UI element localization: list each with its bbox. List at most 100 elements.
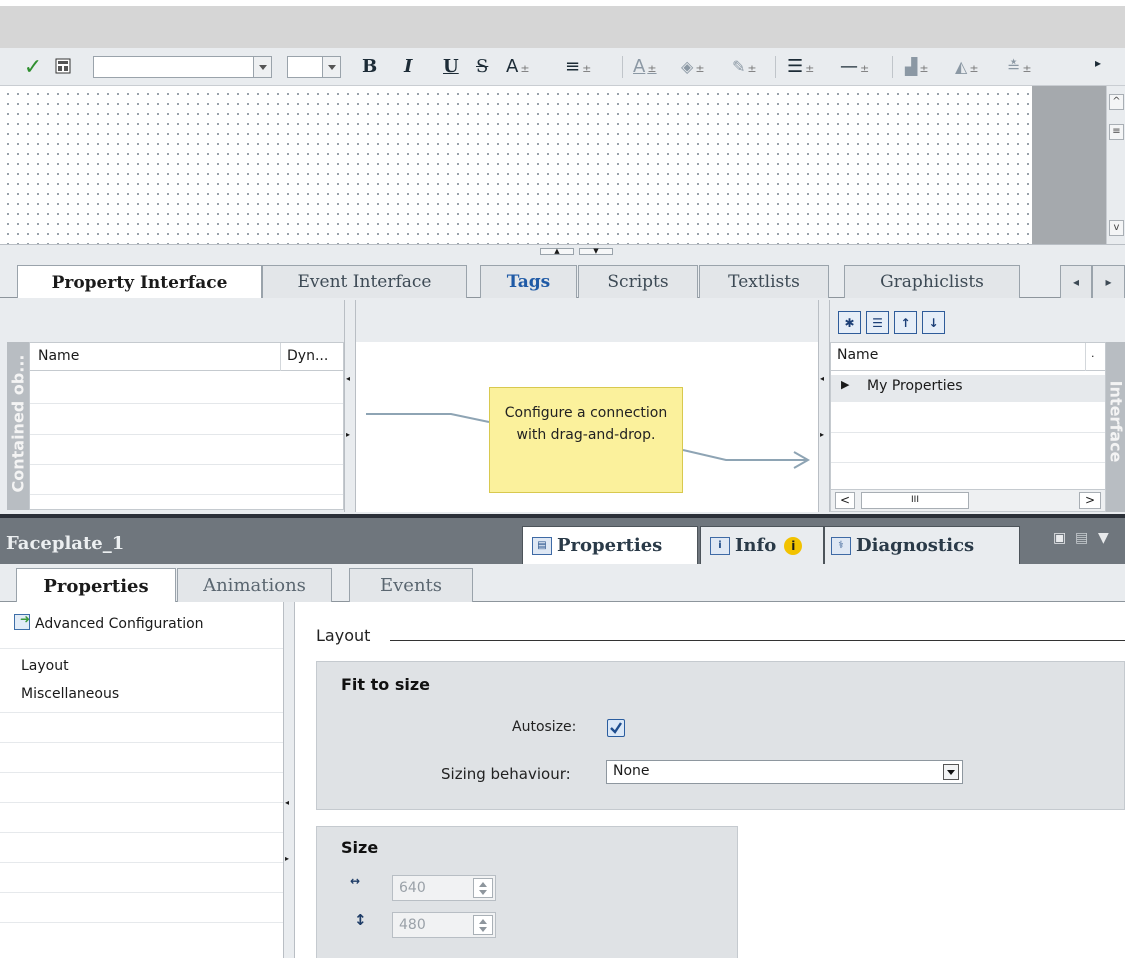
move-down-icon[interactable]: ↓ — [922, 311, 945, 334]
collapse-panel-icon[interactable]: ▼ — [1098, 530, 1109, 546]
collapse-left-icon[interactable]: ◂ — [285, 798, 289, 807]
scroll-up-icon[interactable]: ^ — [1109, 94, 1124, 110]
canvas-vertical-scrollbar[interactable]: ^ ≡ v — [1106, 86, 1125, 244]
right-connector-splitter[interactable]: ◂ ▸ — [818, 300, 830, 512]
tab-properties[interactable]: Properties — [16, 568, 176, 603]
spinner-arrows-icon[interactable] — [473, 915, 493, 935]
width-value: 640 — [399, 880, 426, 896]
distribute-icon[interactable]: ≛ ± — [1007, 54, 1032, 80]
interface-table[interactable]: Name . ▶ My Properties < III > — [830, 342, 1106, 512]
tab-textlists[interactable]: Textlists — [699, 265, 829, 298]
table-row — [30, 434, 343, 435]
tab-inspector-properties[interactable]: ▤ Properties — [522, 526, 698, 564]
navigation-splitter[interactable]: ◂ ▸ — [283, 602, 295, 958]
contained-objects-label: Contained ob... — [8, 354, 28, 493]
text-align-button[interactable]: ≡ ± — [565, 54, 591, 80]
scroll-right-icon[interactable]: > — [1079, 492, 1101, 509]
autosize-checkbox[interactable] — [607, 719, 625, 737]
nav-item-layout[interactable]: Layout — [0, 654, 283, 680]
contained-objects-vertical-tab[interactable]: Contained ob... — [7, 342, 29, 510]
line-color-icon[interactable]: ✎ ± — [732, 54, 757, 80]
strikethrough-button[interactable]: S — [476, 54, 488, 80]
connection-hint-callout: Configure a connection with drag-and-dro… — [489, 387, 683, 493]
expand-right-icon[interactable]: ▸ — [285, 854, 289, 863]
nav-item-miscellaneous[interactable]: Miscellaneous — [0, 684, 283, 710]
float-window-icon[interactable]: ▣ — [1053, 530, 1066, 546]
font-family-combo[interactable] — [93, 56, 272, 78]
tab-property-interface[interactable]: Property Interface — [17, 265, 262, 299]
add-property-icon[interactable]: ✱ — [838, 311, 861, 334]
height-stepper[interactable]: 480 — [392, 912, 496, 938]
contained-objects-table[interactable]: Name Dyn... — [29, 342, 344, 510]
design-canvas[interactable] — [0, 86, 1032, 244]
bold-button[interactable]: B — [362, 54, 377, 80]
move-up-icon[interactable]: ↑ — [894, 311, 917, 334]
add-property-group-icon[interactable]: ☰ — [866, 311, 889, 334]
interface-horizontal-scrollbar[interactable]: < III > — [831, 489, 1105, 511]
font-color-button[interactable]: A ± — [633, 54, 657, 80]
advanced-configuration-link[interactable]: ➜ Advanced Configuration — [14, 612, 204, 632]
table-header: Name . — [831, 343, 1105, 371]
property-navigation: ➜ Advanced Configuration Layout Miscellan… — [0, 602, 283, 958]
list-item[interactable]: ▶ My Properties — [831, 375, 1105, 402]
line-width-icon[interactable]: — ± — [840, 54, 869, 80]
font-size-combo[interactable] — [287, 56, 341, 78]
height-icon: ↕ — [354, 911, 367, 929]
scroll-thumb[interactable]: ≡ — [1109, 124, 1124, 140]
scroll-down-icon[interactable]: v — [1109, 220, 1124, 236]
italic-button[interactable]: I — [404, 54, 412, 80]
confirm-check-icon[interactable]: ✓ — [20, 54, 46, 80]
line-style-icon[interactable]: ☰ ± — [787, 54, 814, 80]
scroll-thumb[interactable]: III — [861, 492, 969, 509]
chevron-down-icon[interactable] — [943, 764, 959, 780]
toolbar-separator — [775, 56, 776, 78]
expand-right-icon[interactable]: ▸ — [346, 430, 350, 439]
tab-scroll-right-icon[interactable]: ▸ — [1092, 265, 1125, 298]
tab-inspector-info[interactable]: i Info i — [700, 526, 824, 564]
underline-button[interactable]: U — [443, 54, 459, 80]
tab-animations[interactable]: Animations — [177, 568, 332, 602]
format-toolbar: ✓ B I U S A ± ≡ ± A ± ◈ ± ✎ ± ☰ ± — ± ▟ ± ◭ ± ≛ ± … — [0, 48, 1125, 86]
align-icon: ≡ — [565, 56, 581, 77]
collapse-left-icon[interactable]: ◂ — [346, 374, 350, 383]
nav-divider — [0, 772, 283, 773]
font-size-increase-button[interactable]: A ± — [506, 54, 530, 80]
chevron-down-icon[interactable] — [322, 57, 340, 77]
fill-color-icon[interactable]: ◈ ± — [681, 54, 705, 80]
tab-event-interface[interactable]: Event Interface — [262, 265, 467, 298]
nav-divider — [0, 742, 283, 743]
scroll-left-icon[interactable]: < — [835, 492, 855, 509]
expand-right-icon[interactable]: ▸ — [820, 430, 824, 439]
toolbar-separator — [622, 56, 623, 78]
spinner-arrows-icon[interactable] — [473, 878, 493, 898]
tab-events[interactable]: Events — [349, 568, 473, 602]
width-stepper[interactable]: 640 — [392, 875, 496, 901]
property-tab-bar: Properties Animations Events — [0, 564, 1125, 603]
interface-vertical-tab[interactable]: Interface — [1106, 342, 1125, 512]
left-connector-splitter[interactable]: ◂ ▸ — [344, 300, 356, 512]
collapse-left-icon[interactable]: ◂ — [820, 374, 824, 383]
table-row — [30, 464, 343, 465]
column-dynamic[interactable]: Dyn... — [287, 348, 328, 364]
fit-to-size-group — [316, 661, 1125, 810]
tab-tags[interactable]: Tags — [480, 265, 577, 298]
chevron-down-icon[interactable] — [253, 57, 271, 77]
menu-icon[interactable]: ▤ — [1075, 530, 1088, 546]
column-name[interactable]: Name — [38, 348, 79, 364]
tab-scripts[interactable]: Scripts — [578, 265, 698, 298]
tab-graphiclists[interactable]: Graphiclists — [844, 265, 1020, 298]
editor-splitter[interactable]: ▲ ▼ — [0, 244, 1125, 256]
rotate-icon[interactable]: ◭ ± — [955, 54, 979, 80]
tab-scroll-left-icon[interactable]: ◂ — [1060, 265, 1092, 298]
splitter-up-button[interactable]: ▲ — [540, 248, 574, 255]
sizing-behaviour-select[interactable]: None — [606, 760, 963, 784]
tab-inspector-properties-label: Properties — [557, 535, 663, 556]
object-properties-icon[interactable] — [52, 54, 76, 80]
tab-inspector-diagnostics[interactable]: ⚕ Diagnostics — [824, 526, 1020, 564]
column-extra[interactable]: . — [1091, 347, 1095, 360]
toolbar-overflow-icon[interactable]: ▸ — [1095, 50, 1101, 76]
splitter-down-button[interactable]: ▼ — [579, 248, 613, 255]
arrange-icon[interactable]: ▟ ± — [905, 54, 929, 80]
column-name[interactable]: Name — [837, 347, 878, 363]
expand-triangle-icon[interactable]: ▶ — [841, 378, 849, 391]
